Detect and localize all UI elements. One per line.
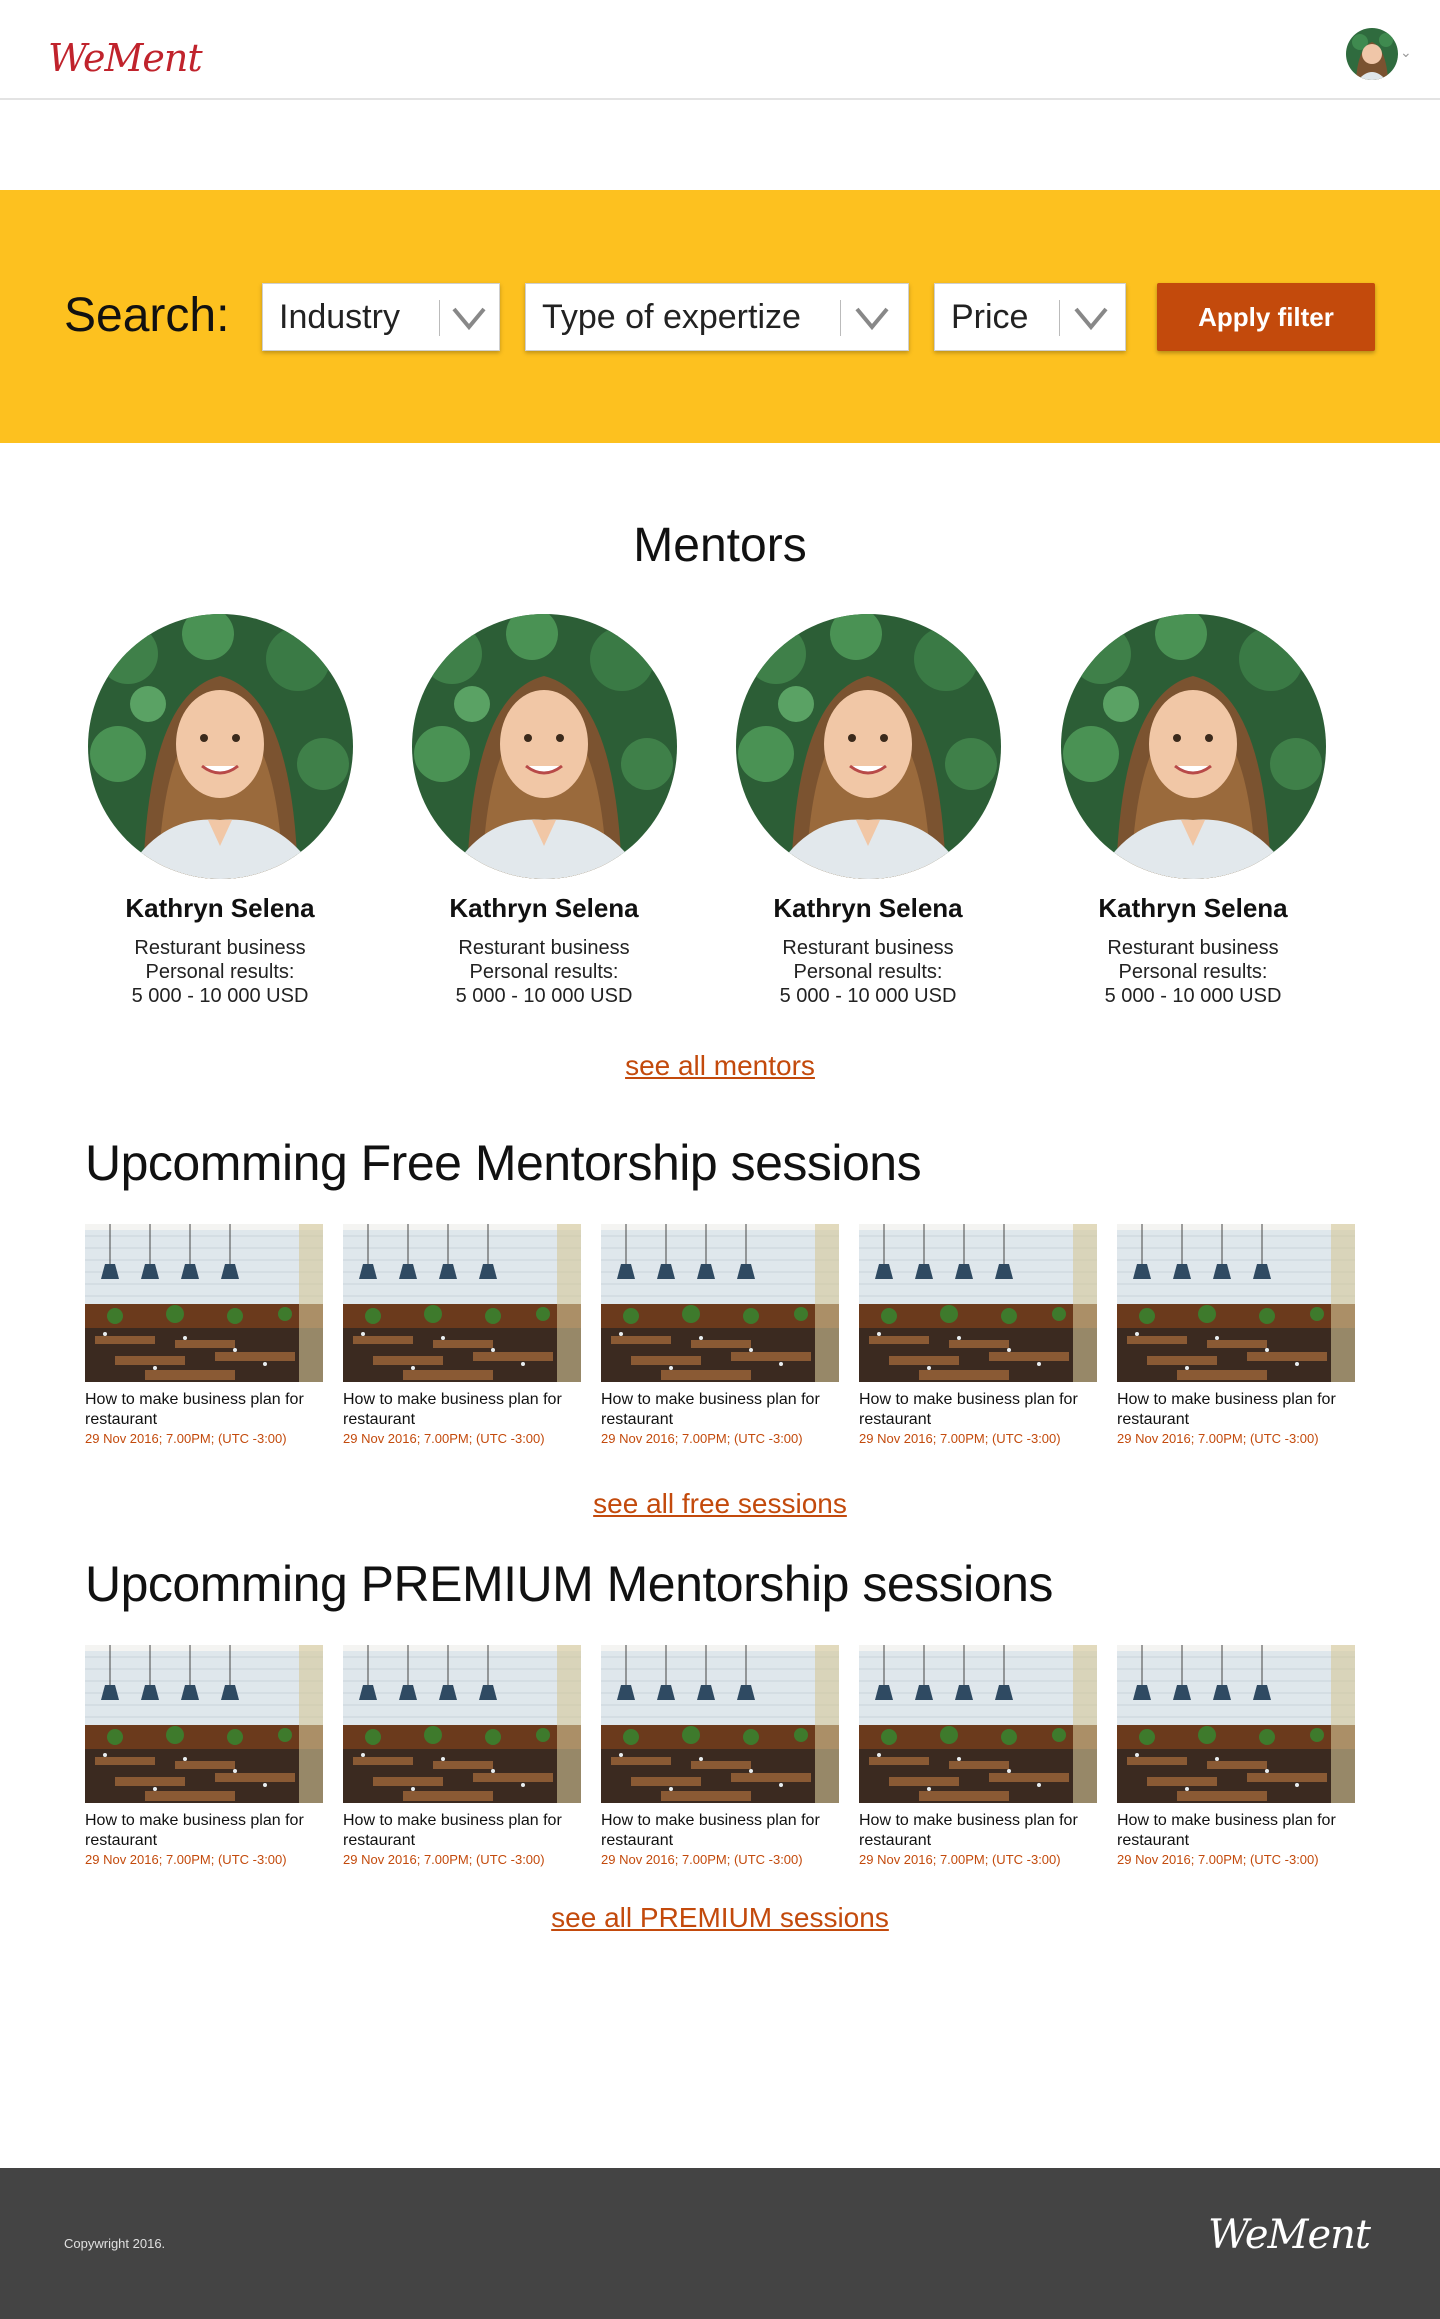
expertize-select[interactable]: Type of expertize [525,283,909,351]
mentor-name[interactable]: Kathryn Selena [404,893,684,924]
session-date: 29 Nov 2016; 7.00PM; (UTC -3:00) [601,1852,803,1867]
session-title[interactable]: How to make business plan for restaurant [85,1390,323,1430]
session-title[interactable]: How to make business plan for restaurant [343,1811,581,1851]
see-all-free-sessions-link[interactable]: see all free sessions [0,1488,1440,1520]
session-date: 29 Nov 2016; 7.00PM; (UTC -3:00) [343,1431,545,1446]
mentor-photo[interactable] [411,614,677,879]
session-thumbnail[interactable] [1117,1645,1355,1803]
session-date: 29 Nov 2016; 7.00PM; (UTC -3:00) [601,1431,803,1446]
price-select[interactable]: Price [934,283,1126,351]
session-card[interactable]: How to make business plan for restaurant… [85,1645,323,1869]
mentor-results: 5 000 - 10 000 USD [131,985,309,1007]
session-card[interactable]: How to make business plan for restaurant… [343,1224,581,1448]
mentor-card[interactable]: Kathryn Selena Resturant business Personal… [1053,614,1333,1008]
mentor-results-label: Personal results: [1118,961,1268,983]
session-date: 29 Nov 2016; 7.00PM; (UTC -3:00) [85,1431,287,1446]
session-card[interactable]: How to make business plan for restaurant… [601,1224,839,1448]
select-divider [439,300,440,336]
session-card[interactable]: How to make business plan for restaurant… [85,1224,323,1448]
mentors-title: Mentors [633,519,807,572]
expertize-select-label: Type of expertize [542,298,801,336]
session-title[interactable]: How to make business plan for restaurant [601,1390,839,1430]
mentor-name[interactable]: Kathryn Selena [728,893,1008,924]
session-title[interactable]: How to make business plan for restaurant [859,1390,1097,1430]
chevron-down-icon [452,307,486,331]
mentor-results-label: Personal results: [145,961,295,983]
mentor-business: Resturant business [458,937,630,959]
chevron-down-icon[interactable]: ⌄ [1400,44,1412,61]
session-thumbnail[interactable] [85,1645,323,1803]
mentor-card[interactable]: Kathryn Selena Resturant business Personal… [80,614,360,1008]
mentor-results-label: Personal results: [469,961,619,983]
session-card[interactable]: How to make business plan for restaurant… [1117,1224,1355,1448]
mentor-business: Resturant business [134,937,306,959]
session-thumbnail[interactable] [601,1645,839,1803]
chevron-down-icon [1074,307,1108,331]
select-divider [1059,300,1060,336]
mentor-results: 5 000 - 10 000 USD [779,985,957,1007]
session-title[interactable]: How to make business plan for restaurant [85,1811,323,1851]
see-all-premium-sessions-link[interactable]: see all PREMIUM sessions [0,1902,1440,1934]
session-date: 29 Nov 2016; 7.00PM; (UTC -3:00) [1117,1852,1319,1867]
session-thumbnail[interactable] [343,1645,581,1803]
user-avatar-icon[interactable] [1346,28,1398,80]
session-card[interactable]: How to make business plan for restaurant… [343,1645,581,1869]
session-thumbnail[interactable] [85,1224,323,1382]
copyright-text: Copywright 2016. [64,2236,166,2251]
session-date: 29 Nov 2016; 7.00PM; (UTC -3:00) [85,1852,287,1867]
mentor-name[interactable]: Kathryn Selena [80,893,360,924]
mentor-photo[interactable] [735,614,1001,879]
mentor-results: 5 000 - 10 000 USD [1104,985,1282,1007]
premium-sessions-title: Upcomming PREMIUM Mentorship sessions [85,1556,1053,1612]
mentor-photo[interactable] [1060,614,1326,879]
mentor-card[interactable]: Kathryn Selena Resturant business Personal… [728,614,1008,1008]
top-header [0,0,1440,100]
see-all-mentors-link[interactable]: see all mentors [0,1050,1440,1082]
session-title[interactable]: How to make business plan for restaurant [859,1811,1097,1851]
session-title[interactable]: How to make business plan for restaurant [1117,1811,1355,1851]
session-thumbnail[interactable] [1117,1224,1355,1382]
mentor-business: Resturant business [782,937,954,959]
session-thumbnail[interactable] [601,1224,839,1382]
industry-select[interactable]: Industry [262,283,500,351]
wement-logo[interactable]: WeMent [48,36,203,80]
session-date: 29 Nov 2016; 7.00PM; (UTC -3:00) [859,1431,1061,1446]
session-card[interactable]: How to make business plan for restaurant… [1117,1645,1355,1869]
session-thumbnail[interactable] [859,1645,1097,1803]
chevron-down-icon [855,307,889,331]
session-title[interactable]: How to make business plan for restaurant [601,1811,839,1851]
session-date: 29 Nov 2016; 7.00PM; (UTC -3:00) [859,1852,1061,1867]
session-title[interactable]: How to make business plan for restaurant [1117,1390,1355,1430]
session-title[interactable]: How to make business plan for restaurant [343,1390,581,1430]
session-date: 29 Nov 2016; 7.00PM; (UTC -3:00) [343,1852,545,1867]
mentor-results-label: Personal results: [793,961,943,983]
mentor-card[interactable]: Kathryn Selena Resturant business Personal… [404,614,684,1008]
session-card[interactable]: How to make business plan for restaurant… [601,1645,839,1869]
free-sessions-title: Upcomming Free Mentorship sessions [85,1135,922,1191]
session-thumbnail[interactable] [343,1224,581,1382]
price-select-label: Price [951,298,1029,336]
session-card[interactable]: How to make business plan for restaurant… [859,1224,1097,1448]
mentor-results: 5 000 - 10 000 USD [455,985,633,1007]
session-thumbnail[interactable] [859,1224,1097,1382]
footer-logo[interactable]: WeMent [1208,2212,1371,2258]
mentor-photo[interactable] [87,614,353,879]
mentor-business: Resturant business [1107,937,1279,959]
mentor-name[interactable]: Kathryn Selena [1053,893,1333,924]
industry-select-label: Industry [279,298,400,336]
search-label: Search: [64,289,230,342]
select-divider [840,300,841,336]
apply-filter-button[interactable]: Apply filter [1157,283,1375,351]
session-card[interactable]: How to make business plan for restaurant… [859,1645,1097,1869]
session-date: 29 Nov 2016; 7.00PM; (UTC -3:00) [1117,1431,1319,1446]
